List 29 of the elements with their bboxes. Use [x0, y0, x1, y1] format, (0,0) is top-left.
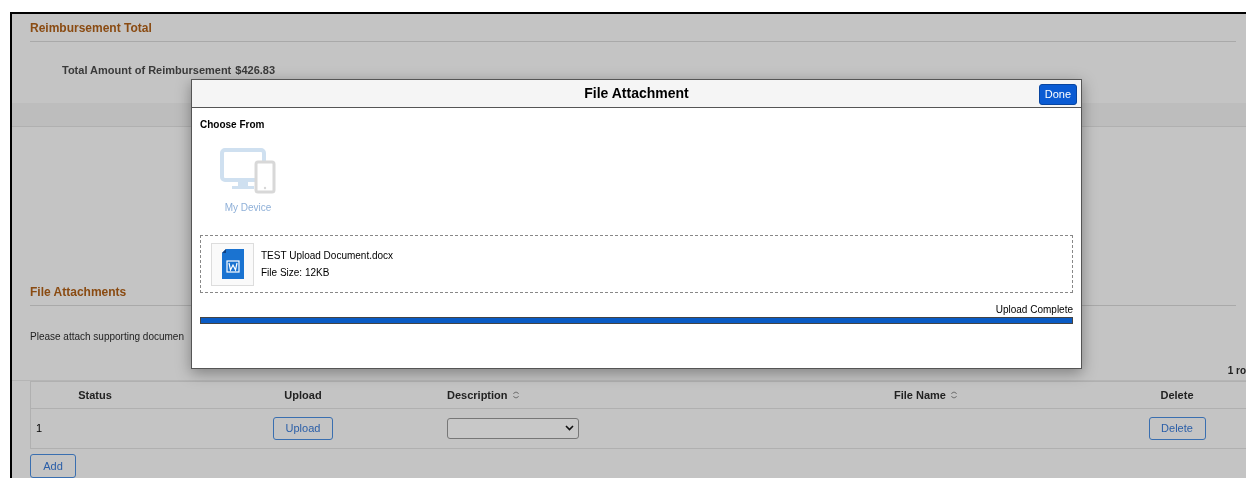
my-device-label: My Device	[224, 201, 272, 215]
upload-status: Upload Complete	[995, 303, 1073, 317]
column-header: Delete	[1160, 387, 1194, 403]
sort-icon[interactable]	[511, 390, 520, 399]
dialog-title: File Attachment	[584, 84, 689, 103]
description-dropdown[interactable]	[447, 417, 579, 439]
sort-icon[interactable]	[950, 390, 958, 399]
column-header[interactable]: File Name	[894, 386, 946, 403]
my-device-option[interactable]: My Device	[220, 148, 276, 215]
choose-from-label: Choose From	[200, 118, 265, 132]
add-button[interactable]: Add	[30, 454, 76, 478]
file-name: TEST Upload Document.docx	[261, 249, 394, 263]
column-header[interactable]: Description	[447, 386, 508, 403]
file-size: File Size: 12KB	[261, 266, 331, 280]
upload-button[interactable]: Upload	[273, 416, 333, 440]
section-heading: File Attachments	[30, 284, 127, 299]
delete-button[interactable]: Delete	[1148, 416, 1206, 440]
chevron-down-icon	[565, 425, 574, 432]
status-cell: 1	[36, 422, 43, 434]
column-header: Status	[78, 387, 112, 403]
section-heading: Reimbursement Total	[30, 21, 152, 35]
row-count: 1 ro	[1227, 363, 1246, 378]
devices-icon	[220, 148, 276, 194]
total-label: Total Amount of Reimbursement	[62, 63, 232, 78]
column-header: Upload	[284, 387, 322, 403]
word-file-icon	[211, 242, 254, 286]
instructions-text: Please attach supporting documen	[30, 330, 184, 342]
done-button[interactable]: Done	[1038, 84, 1077, 105]
total-value: $426.83	[235, 63, 276, 78]
